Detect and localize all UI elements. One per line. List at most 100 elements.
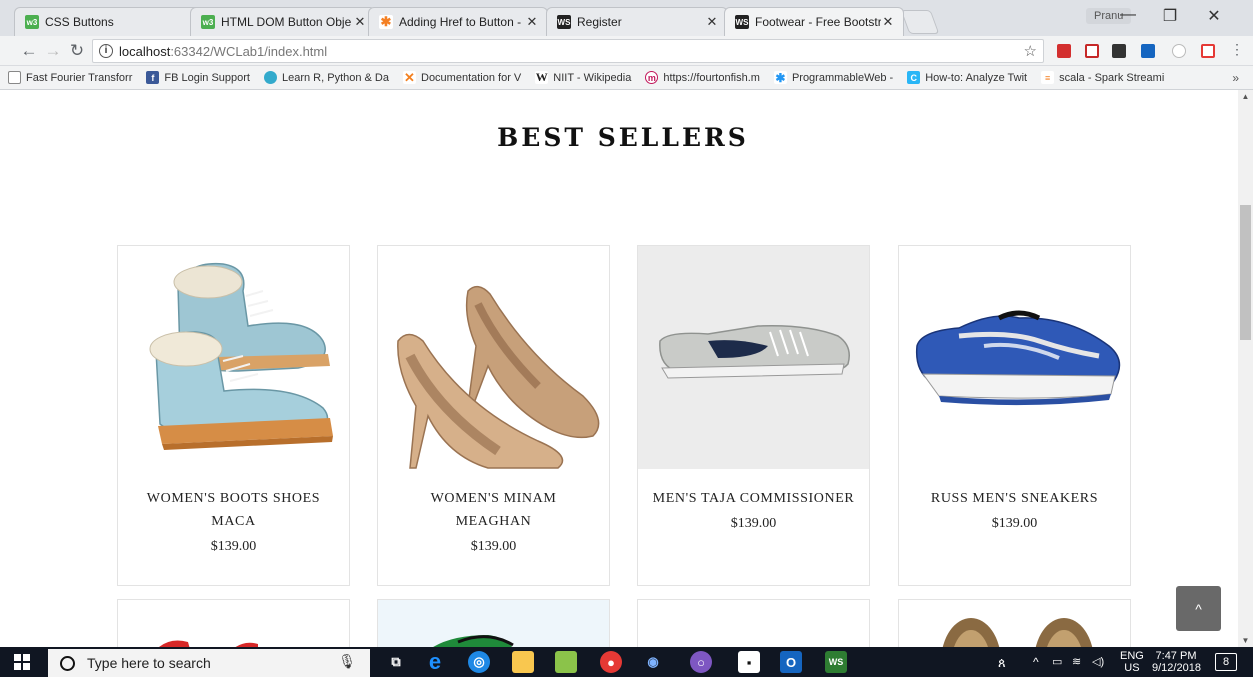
browser-tab-strip: w3 CSS Buttons ✕ w3 HTML DOM Button Obje…	[0, 0, 1253, 36]
bookmark-item[interactable]: C How-to: Analyze Twit	[907, 71, 1027, 84]
chrome-icon[interactable]: ●	[600, 651, 622, 673]
bookmark-item[interactable]: Fast Fourier Transforr	[8, 71, 132, 84]
tab-html-dom-button[interactable]: w3 HTML DOM Button Obje ✕	[190, 7, 376, 36]
product-image[interactable]	[638, 246, 869, 469]
product-name[interactable]: RUSS MEN'S SNEAKERS	[899, 487, 1130, 510]
bookmark-label: How-to: Analyze Twit	[925, 71, 1028, 84]
sticky-notes-icon[interactable]: ▪	[738, 651, 760, 673]
volume-icon[interactable]: ◁)	[1092, 655, 1104, 668]
tab-title: Adding Href to Button -	[399, 15, 522, 29]
tab-css-buttons[interactable]: w3 CSS Buttons ✕	[14, 7, 210, 36]
stackoverflow-icon: ✱	[379, 14, 393, 29]
product-name[interactable]: WOMEN'S MINAM MEAGHAN	[378, 487, 609, 533]
back-to-top-button[interactable]: ^	[1176, 586, 1221, 631]
address-input[interactable]: i localhost:63342/WCLab1/index.html ☆	[92, 39, 1044, 63]
blue-sneaker-image	[915, 310, 1121, 406]
language-code: ENG	[1120, 650, 1144, 662]
bookmark-item[interactable]: ✱ ProgrammableWeb -	[773, 71, 893, 85]
close-icon[interactable]: ✕	[525, 14, 539, 30]
product-card[interactable]	[637, 599, 870, 647]
product-image[interactable]	[378, 246, 609, 469]
scroll-down-arrow-icon[interactable]: ▼	[1238, 636, 1253, 645]
tab-footwear[interactable]: WS Footwear - Free Bootstra ✕	[724, 7, 904, 36]
w3schools-icon: w3	[25, 15, 39, 29]
tab-title: Footwear - Free Bootstra	[755, 15, 881, 29]
language-indicator[interactable]: ENG US	[1120, 650, 1144, 674]
product-price: $139.00	[210, 539, 257, 554]
product-card[interactable]	[898, 599, 1131, 647]
extension-trello-icon[interactable]	[1141, 44, 1155, 58]
scroll-thumb[interactable]	[1240, 205, 1251, 340]
extension-circle-icon[interactable]	[1172, 44, 1186, 58]
extension-video-icon[interactable]	[1085, 44, 1099, 58]
product-card[interactable]: RUSS MEN'S SNEAKERS $139.00	[898, 245, 1131, 586]
close-window-icon[interactable]: ✕	[1194, 6, 1234, 26]
app-icon[interactable]: ○	[690, 651, 712, 673]
tray-expand-icon[interactable]: ^	[1033, 655, 1039, 669]
reload-icon[interactable]: ↻	[66, 41, 88, 61]
safari-icon[interactable]: ◎	[468, 651, 490, 673]
close-icon[interactable]: ✕	[881, 14, 895, 30]
back-icon[interactable]: ←	[18, 41, 40, 61]
bookmarks-overflow-icon[interactable]: »	[1232, 71, 1239, 85]
extension-red-icon[interactable]	[1057, 44, 1071, 58]
minimize-icon[interactable]: —	[1108, 6, 1148, 24]
new-tab-button[interactable]	[900, 10, 940, 34]
bookmark-label: Fast Fourier Transforr	[26, 71, 133, 84]
task-view-icon[interactable]: ⧉	[385, 651, 407, 673]
restore-icon[interactable]: ❐	[1150, 6, 1190, 26]
bookmark-item[interactable]: ✕ Documentation for V	[403, 70, 522, 85]
paint-icon[interactable]	[555, 651, 577, 673]
battery-icon[interactable]: ▭	[1052, 655, 1062, 668]
product-name[interactable]: MEN'S TAJA COMMISSIONER	[638, 487, 869, 510]
product-image[interactable]	[899, 246, 1130, 469]
product-card[interactable]: MEN'S TAJA COMMISSIONER $139.00	[637, 245, 870, 586]
webstorm-icon[interactable]: WS	[825, 651, 847, 673]
tab-adding-href[interactable]: ✱ Adding Href to Button - ✕	[368, 7, 548, 36]
forward-icon[interactable]: →	[42, 41, 64, 61]
notification-count: 8	[1222, 656, 1230, 668]
people-icon[interactable]: ጰ	[998, 655, 1006, 671]
extension-screencast-icon[interactable]	[1112, 44, 1126, 58]
bookmark-label: Documentation for V	[421, 71, 522, 84]
bookmark-item[interactable]: Learn R, Python & Da	[263, 71, 389, 84]
product-card[interactable]	[117, 599, 350, 647]
outlook-icon[interactable]: O	[780, 651, 802, 673]
close-icon[interactable]: ✕	[353, 14, 367, 30]
product-price: $139.00	[730, 516, 777, 531]
app-icon[interactable]: ◉	[642, 651, 664, 673]
bookmark-item[interactable]: ≡ scala - Spark Streami	[1041, 71, 1164, 84]
close-icon[interactable]: ✕	[705, 14, 719, 30]
taskbar-search-input[interactable]: Type here to search 🎙	[48, 649, 370, 677]
bookmark-item[interactable]: W NIIT - Wikipedia	[535, 70, 631, 84]
microphone-icon[interactable]: 🎙	[338, 653, 356, 670]
url-path: :63342/WCLab1/index.html	[170, 43, 328, 59]
windows-start-icon[interactable]	[10, 651, 34, 673]
bookmark-item[interactable]: m https://fourtonfish.m	[645, 71, 760, 84]
bookmark-item[interactable]: f FB Login Support	[146, 71, 250, 84]
notification-center-icon[interactable]: 8	[1215, 653, 1237, 671]
edge-icon[interactable]: e	[424, 649, 446, 674]
product-card[interactable]: WOMEN'S MINAM MEAGHAN $139.00	[377, 245, 610, 586]
product-card[interactable]	[377, 599, 610, 647]
wifi-icon[interactable]: ≋	[1072, 655, 1081, 668]
product-name[interactable]: WOMEN'S BOOTS SHOES MACA	[118, 487, 349, 533]
product-image[interactable]	[118, 246, 349, 469]
info-icon[interactable]: i	[99, 44, 113, 58]
web-page: BEST SELLERS WOMEN'S BOOTS SHOES MACA $1	[0, 90, 1238, 647]
page-scrollbar[interactable]: ▲ ▼	[1238, 90, 1253, 647]
cloudera-icon: C	[907, 71, 921, 84]
chevron-up-icon: ^	[1195, 600, 1202, 617]
product-card[interactable]: WOMEN'S BOOTS SHOES MACA $139.00	[117, 245, 350, 586]
heels-image	[397, 285, 600, 469]
extension-pocket-icon[interactable]	[1201, 44, 1215, 58]
product-price: $139.00	[470, 539, 517, 554]
scroll-up-arrow-icon[interactable]: ▲	[1238, 92, 1253, 101]
file-explorer-icon[interactable]	[512, 651, 534, 673]
clock[interactable]: 7:47 PM 9/12/2018	[1152, 650, 1201, 674]
tab-register[interactable]: WS Register ✕	[546, 7, 728, 36]
menu-kebab-icon[interactable]: ⋮	[1226, 41, 1248, 58]
stackoverflow-icon: ≡	[1041, 71, 1055, 84]
bookmark-star-icon[interactable]: ☆	[1024, 42, 1037, 60]
bookmarks-bar: Fast Fourier Transforr f FB Login Support…	[0, 66, 1253, 90]
